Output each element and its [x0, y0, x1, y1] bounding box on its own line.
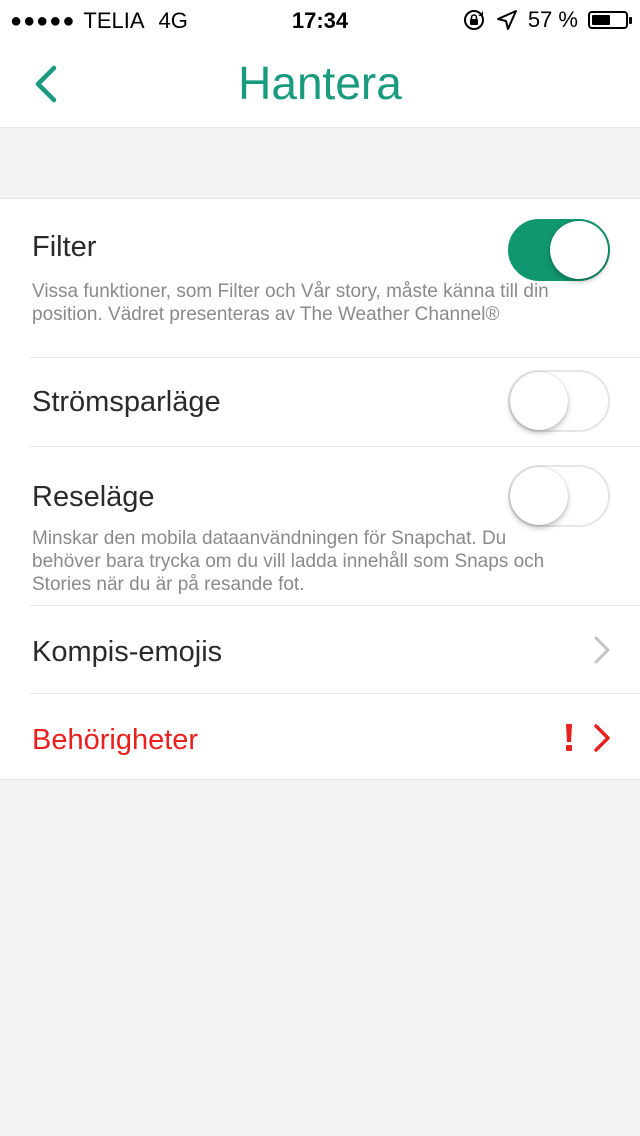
exclamation-icon	[566, 724, 572, 751]
chevron-right-icon	[594, 636, 610, 664]
status-bar-right: 57 %	[462, 7, 632, 33]
setting-label-friend-emojis: Kompis-emojis	[32, 636, 223, 668]
setting-label-travel-mode: Reseläge	[32, 481, 155, 513]
setting-row-permissions[interactable]: Behörigheter	[0, 694, 640, 781]
setting-row-travel-mode: Reseläge Minskar den mobila dataanvändni…	[0, 447, 640, 605]
battery-level	[592, 15, 611, 25]
setting-label-filter: Filter	[32, 231, 97, 263]
setting-description-filter: Vissa funktioner, som Filter och Vår sto…	[32, 281, 549, 325]
filter-toggle[interactable]	[508, 219, 610, 281]
setting-label-permissions: Behörigheter	[32, 724, 199, 756]
toggle-knob	[510, 467, 568, 525]
setting-label-power-saving: Strömsparläge	[32, 386, 221, 418]
toggle-knob	[550, 221, 608, 279]
setting-row-power-saving: Strömsparläge	[0, 358, 640, 446]
chevron-right-icon	[594, 724, 610, 752]
settings-list: Filter Vissa funktioner, som Filter och …	[0, 198, 640, 780]
toggle-knob	[510, 372, 568, 430]
setting-description-travel-mode: Minskar den mobila dataanvändningen för …	[32, 528, 545, 595]
rotation-lock-icon	[463, 10, 484, 30]
location-arrow-icon	[496, 10, 517, 30]
status-bar: ●●●●● TELIA 4G 17:34 57 %	[0, 0, 640, 40]
navigation-bar: Hantera	[0, 40, 640, 128]
page-title: Hantera	[238, 57, 402, 109]
setting-row-friend-emojis[interactable]: Kompis-emojis	[0, 606, 640, 694]
battery-percentage: 57 %	[527, 7, 578, 32]
travel-mode-toggle[interactable]	[508, 465, 610, 527]
battery-icon	[588, 11, 632, 29]
setting-row-filter: Filter Vissa funktioner, som Filter och …	[0, 199, 640, 357]
power-saving-toggle[interactable]	[508, 370, 610, 432]
